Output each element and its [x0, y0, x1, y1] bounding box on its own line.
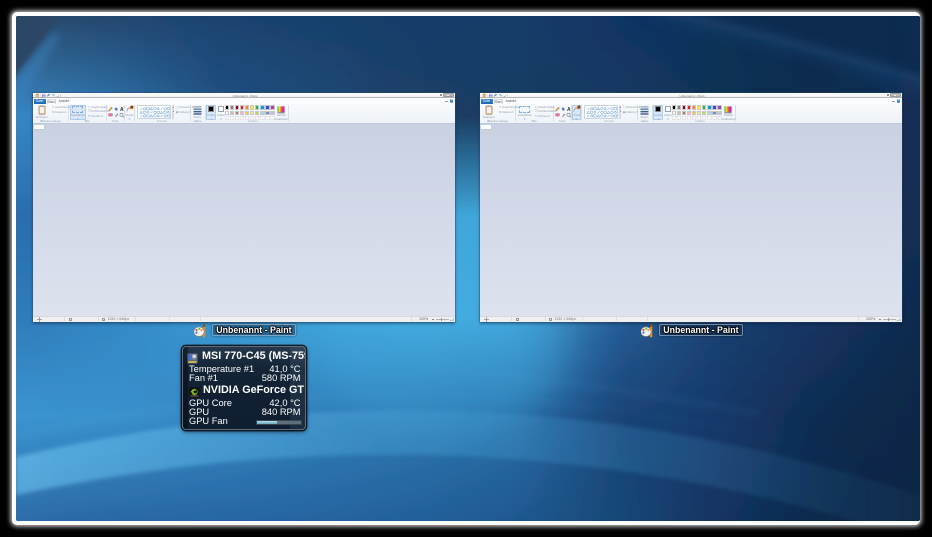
- svg-text:A: A: [567, 107, 571, 113]
- svg-text:A: A: [120, 107, 124, 113]
